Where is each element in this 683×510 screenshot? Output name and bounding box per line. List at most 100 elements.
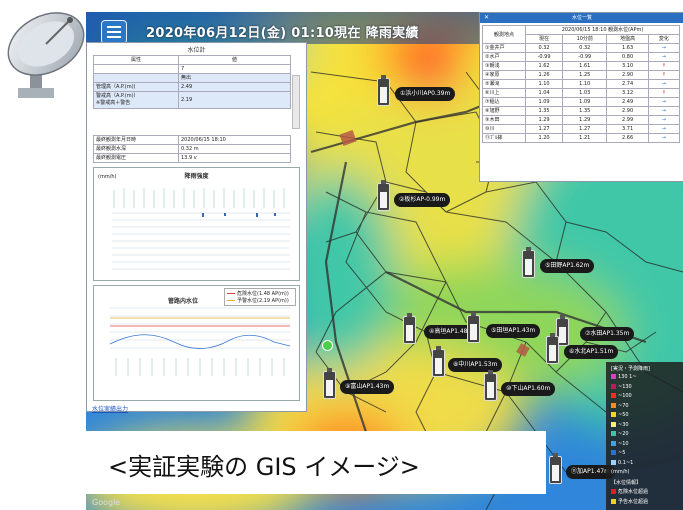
column-header: 変化 [647,34,681,44]
table-cell: 0.32 m [178,144,291,154]
table-row[interactable]: ⑩川 1.27 1.27 3.71 → [482,124,681,134]
table-cell: → [647,79,681,89]
table-cell: 1.35 [524,106,564,116]
table-cell: 管理高（A.P.(m)) [93,82,179,92]
table-cell: → [647,52,681,62]
legend-label: ~100 [618,393,632,399]
satellite-dish-illustration [7,12,85,98]
legend-label: ~20 [618,431,629,437]
table-cell [93,64,179,74]
caption-text: <実証実験の GIS イメージ> [108,453,420,481]
column-header: 10分前 [562,34,608,44]
legend-label: 予告水位超過 [618,498,649,505]
water-gauge-icon[interactable] [403,313,416,344]
table-cell: 1.25 [562,70,608,80]
table-cell: 2.74 [606,79,649,89]
water-gauge-icon[interactable] [323,368,336,399]
legend-item: ~50 [611,412,629,418]
station-marker-label[interactable]: ⑦水田AP1.35m [580,327,635,341]
table-cell: ④家原 [482,70,526,80]
table-cell: 最終観測電圧 [93,153,179,163]
menu-icon[interactable] [101,20,127,44]
table-cell: ⑨木田 [482,115,526,125]
station-marker-label[interactable]: ⑥水北AP1.51m [564,345,619,359]
table-cell: 1.62 [524,61,564,71]
table-cell: 無出 [178,73,291,83]
station-marker-label[interactable]: ⑧中川AP1.53m [448,358,503,372]
page-title: 2020年06月12日(金) 01:10現在 降雨実績 [146,26,419,41]
table-cell: ⑦稲込 [482,97,526,107]
water-gauge-icon[interactable] [522,247,535,278]
table-cell: 0.80 [606,52,649,62]
water-gauge-icon[interactable] [377,75,390,106]
legend-label: ~10 [618,440,629,447]
location-pin-icon[interactable] [322,340,333,351]
station-marker-label[interactable]: ⑩下山AP1.60m [501,382,556,396]
legend-item: ~100 [611,393,632,399]
table-row[interactable]: ⑦稲込 1.09 1.09 2.49 → [482,97,681,107]
table-cell: ↑ [647,70,681,80]
station-marker-label[interactable]: ①浜小川AP0.39m [395,87,456,101]
table-cell [93,73,179,83]
table-cell: 2.90 [606,106,649,116]
legend-item: (mm/h) [611,469,630,475]
table-row[interactable]: ⑥川上 1.04 1.03 3.12 ↑ [482,88,681,98]
rainfall-chart-plot [112,188,290,270]
table-cell: 2.49 [178,82,291,92]
legend-swatch [611,459,616,465]
table-row[interactable]: ①金井戸 0.32 0.32 1.63 → [482,43,681,53]
download-link[interactable]: 水位実績出力 [92,404,128,413]
table-cell: 0.32 [524,43,564,53]
table-cell: 1.10 [562,79,608,89]
close-icon[interactable]: ✕ [484,14,489,21]
panel-title: 水位計 [187,47,206,54]
table-cell: -0.99 [562,52,608,62]
water-gauge-icon[interactable] [549,453,562,484]
table-cell: 2020/06/15 18:10 [178,135,291,145]
table-cell: 1.09 [524,97,564,107]
table-scrollbar[interactable] [292,75,300,129]
table-cell: ③朝浅 [482,61,526,71]
table-cell: 1.35 [562,106,608,116]
table-row[interactable]: ③朝浅 1.62 1.61 3.10 ↑ [482,61,681,71]
station-marker-label[interactable]: ⑤田垣AP1.43m [486,324,541,338]
table-cell: ②水戸 [482,52,526,62]
station-detail-panel: 水位計 属性 値 7 無出 管理高（A.P.(m)) 2.49 警戒高（A.P.(… [86,42,307,412]
table-cell: → [647,133,681,143]
table-header: 値 [178,55,291,65]
rainfall-legend: [実況・予測降雨] 130 1~ ~130 ~100 ~70 ~50 ~30 ~20 ~10 ~… [606,362,683,510]
water-gauge-icon[interactable] [377,180,390,211]
caption-box: <実証実験の GIS イメージ> [86,431,546,494]
column-header: 地盤高 [606,34,649,44]
table-cell: ⑪ﾌﾟﾙ鉢 [482,133,526,143]
table-row[interactable]: ⑨木田 1.29 1.29 2.99 → [482,115,681,125]
table-row[interactable]: ④家原 1.26 1.25 2.90 ↑ [482,70,681,80]
table-row[interactable]: ⑤瀬滝 1.10 1.10 2.74 → [482,79,681,89]
table-cell: 1.21 [562,133,608,143]
table-cell: 1.27 [562,124,608,134]
legend-swatch [611,374,616,379]
legend-swatch [611,412,616,417]
table-cell: 1.10 [524,79,564,89]
station-marker-label[interactable]: ②板杉AP-0.99m [394,193,451,207]
water-gauge-icon[interactable] [546,333,559,364]
table-cell: 2.99 [606,115,649,125]
table-cell: 2.19 [178,91,291,109]
observation-table: 最終観測年月日時 2020/06/15 18:10 最終観測水深 0.32 m 最終… [93,135,291,163]
water-gauge-icon[interactable] [467,312,480,343]
water-level-chart: 管路内水位 危険水位(1.48 AP(m)) 予警水位(2.19 AP(m)) [93,285,300,401]
table-cell: ↑ [647,88,681,98]
table-cell: 警戒高（A.P.(m)） ※警戒高＋警告 [93,91,179,109]
table-cell: → [647,124,681,134]
legend-item: ~10 [611,440,629,447]
table-header: 属性 [93,55,179,65]
water-gauge-icon[interactable] [484,370,497,401]
station-marker-label[interactable]: ⑨富山AP1.43m [340,380,395,394]
legend-item: 予告水位超過 [611,498,648,505]
water-gauge-icon[interactable] [432,346,445,377]
table-row[interactable]: ②水戸 -0.99 -0.99 0.80 → [482,52,681,62]
table-row[interactable]: ⑪ﾌﾟﾙ鉢 1.20 1.21 2.66 → [482,133,681,143]
table-row[interactable]: ⑧旭野 1.35 1.35 2.90 → [482,106,681,116]
list-panel-title: 水位一覧 [480,13,683,23]
station-marker-label[interactable]: ⑤田野AP1.62m [540,259,595,273]
